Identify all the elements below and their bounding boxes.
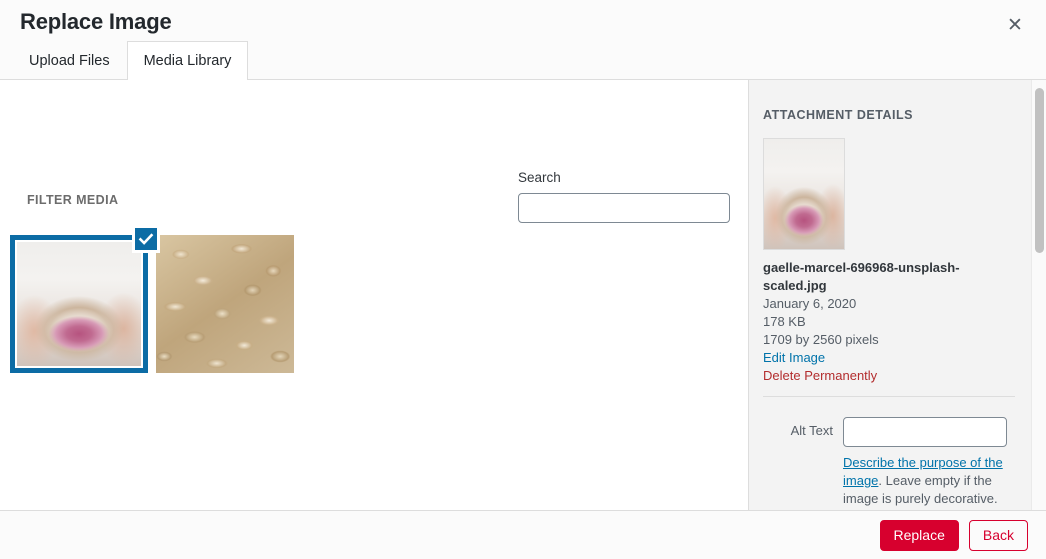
- alt-text-label: Alt Text: [790, 423, 833, 438]
- describe-purpose-link-cont[interactable]: image: [843, 473, 878, 488]
- search-input[interactable]: [518, 193, 730, 223]
- filter-media-label: FILTER MEDIA: [27, 193, 119, 207]
- close-icon[interactable]: ✕: [1000, 10, 1030, 40]
- describe-purpose-link[interactable]: Describe the purpose of the: [843, 455, 1003, 470]
- attachment-details-sidebar: ATTACHMENT DETAILS gaelle-marcel-696968-…: [748, 80, 1046, 510]
- media-thumbnail-oats[interactable]: [156, 235, 294, 373]
- delete-permanently-link[interactable]: Delete Permanently: [763, 367, 877, 385]
- replace-button[interactable]: Replace: [879, 519, 959, 551]
- media-thumbnail-bowl[interactable]: [10, 225, 160, 373]
- media-thumbnail-bowl-image: [17, 242, 141, 366]
- tab-bar: Upload Files Media Library: [0, 40, 249, 82]
- attachment-details-heading: ATTACHMENT DETAILS: [763, 108, 913, 122]
- attachment-dimensions: 1709 by 2560 pixels: [763, 332, 879, 347]
- media-library-panel: FILTER MEDIA Search: [0, 80, 748, 510]
- attachment-thumbnail: [763, 138, 845, 250]
- attachment-filename: gaelle-marcel-696968-unsplash-scaled.jpg: [763, 260, 960, 293]
- modal-body: FILTER MEDIA Search ATTACHMENT DETAILS g…: [0, 80, 1046, 510]
- alt-text-help: Describe the purpose of the image. Leave…: [843, 454, 1009, 508]
- replace-image-modal: Replace Image ✕ Upload Files Media Libra…: [0, 0, 1046, 559]
- sidebar-divider: [763, 396, 1015, 397]
- modal-header: Replace Image ✕ Upload Files Media Libra…: [0, 0, 1046, 82]
- alt-text-field-row: Alt Text Describe the purpose of the ima…: [763, 417, 1031, 508]
- tab-upload-files[interactable]: Upload Files: [12, 41, 127, 81]
- tab-media-library[interactable]: Media Library: [126, 41, 249, 82]
- alt-text-input[interactable]: [843, 417, 1007, 447]
- modal-footer: Replace Back: [0, 510, 1046, 559]
- attachment-date: January 6, 2020: [763, 296, 857, 311]
- media-grid: [10, 225, 294, 373]
- back-button[interactable]: Back: [968, 519, 1028, 551]
- sidebar-scrollbar[interactable]: [1031, 80, 1046, 510]
- edit-image-link[interactable]: Edit Image: [763, 349, 825, 367]
- page-title: Replace Image: [20, 9, 172, 34]
- checkmark-icon[interactable]: [132, 225, 160, 253]
- sidebar-scrollbar-thumb[interactable]: [1035, 88, 1044, 253]
- media-thumbnail-oats-image: [156, 235, 294, 373]
- attachment-filesize: 178 KB: [763, 314, 806, 329]
- search-label: Search: [518, 170, 561, 185]
